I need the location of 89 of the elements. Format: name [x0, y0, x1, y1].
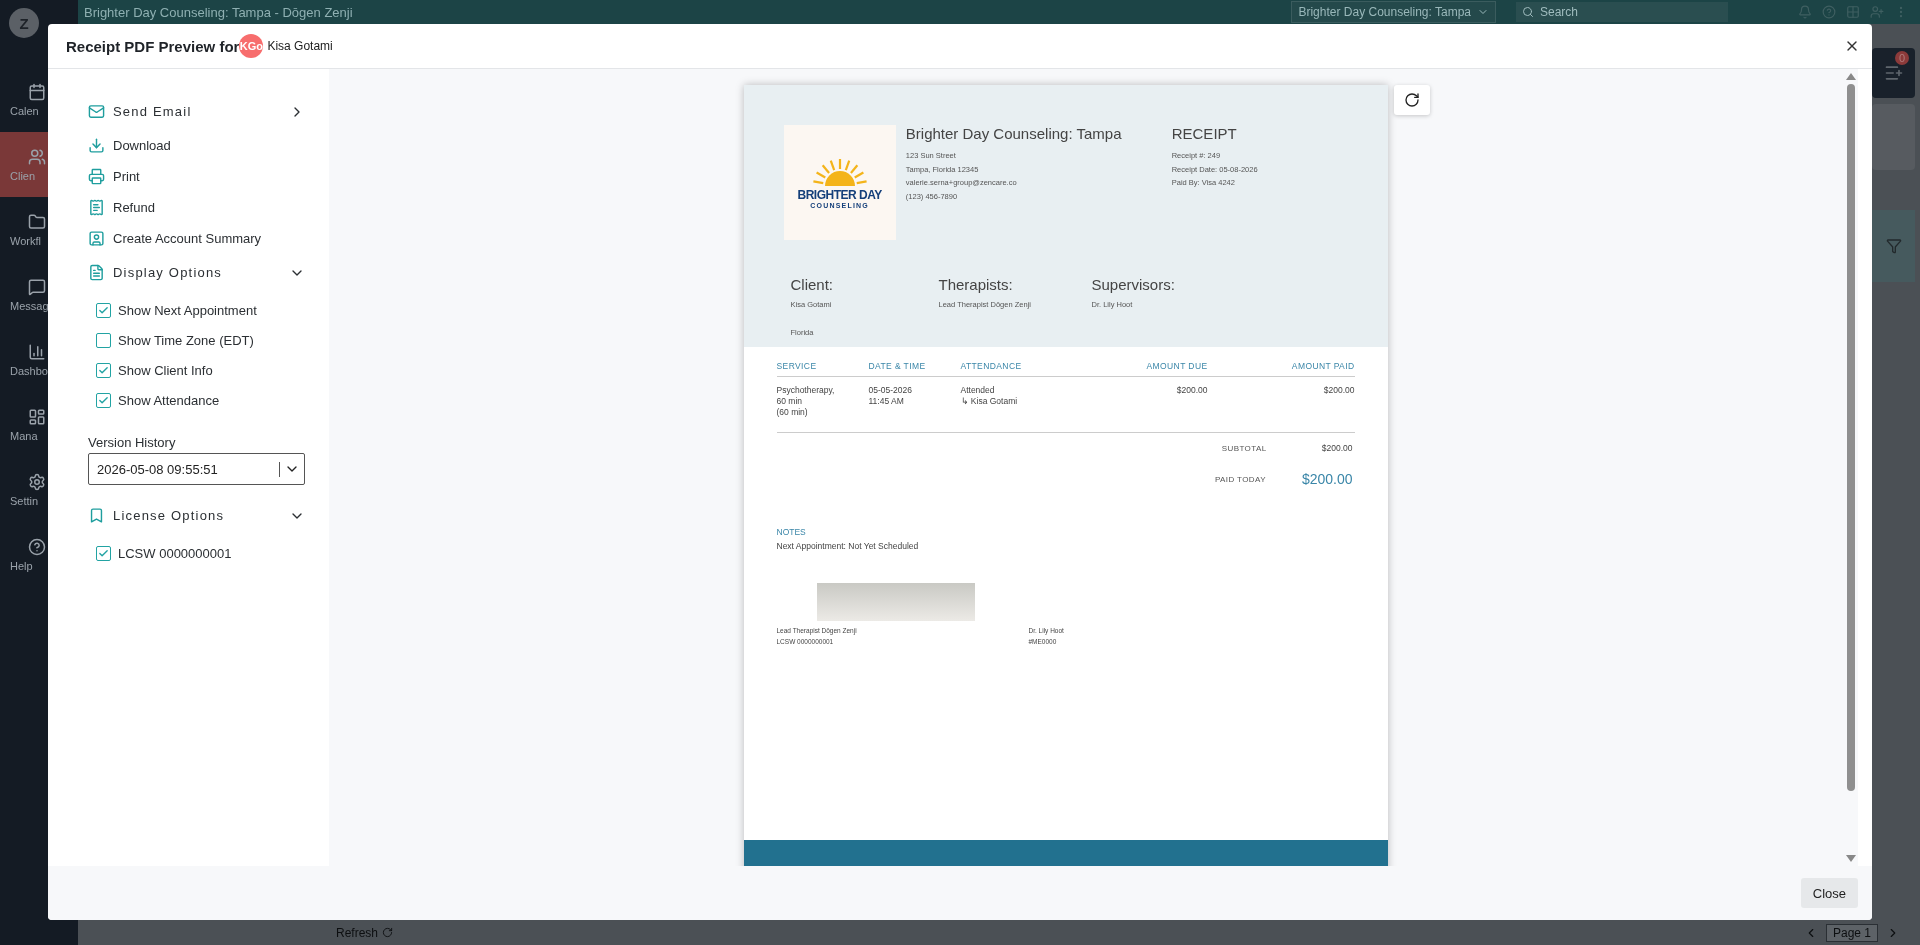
column-header: DATE & TIME — [868, 361, 961, 377]
help-icon[interactable] — [1822, 5, 1836, 19]
total-label: SUBTOTAL — [1221, 443, 1267, 453]
check-icon — [98, 304, 109, 316]
nav-item[interactable]: Messag — [0, 262, 78, 327]
nav-item[interactable]: Calen — [0, 67, 78, 132]
check-icon — [98, 394, 109, 406]
nav-icon — [28, 537, 46, 556]
dialog-title: Receipt PDF Preview for — [66, 37, 240, 55]
list-add-icon — [1883, 63, 1904, 83]
checkbox[interactable] — [96, 545, 111, 561]
table-cell: 11:45 AM — [868, 396, 904, 407]
option-label: Show Next Appointment — [118, 302, 257, 318]
checkbox[interactable] — [96, 302, 111, 318]
action-item[interactable]: Create Account Summary — [88, 223, 305, 254]
action-icon — [88, 230, 105, 247]
table-cell: Psychotherapy, — [776, 385, 835, 396]
section-toggle[interactable]: Display Options — [88, 254, 305, 291]
option-label: Show Attendance — [118, 392, 220, 408]
nav-item[interactable]: Help — [0, 522, 78, 587]
column-header: ATTENDANCE — [960, 361, 1061, 377]
nav-icon — [28, 472, 46, 491]
notes-heading: NOTES — [776, 527, 807, 537]
total-label: PAID TODAY — [1214, 474, 1266, 484]
nav-item[interactable]: Workfl — [0, 197, 78, 262]
table-cell: ↳ Kisa Gotami — [960, 396, 1018, 407]
column-header: AMOUNT PAID — [1207, 361, 1355, 377]
nav-icon — [28, 277, 46, 296]
nav-item[interactable]: Mana — [0, 392, 78, 457]
total-value: $200.00 — [1320, 443, 1353, 453]
action-icon — [88, 103, 105, 120]
column-header: SERVICE — [776, 361, 869, 377]
nav-icon — [28, 407, 46, 426]
bell-icon[interactable] — [1798, 5, 1812, 19]
nav-icon — [28, 342, 46, 361]
party-heading: Therapists: — [938, 276, 1014, 293]
checkbox[interactable] — [96, 332, 111, 348]
location-select[interactable]: Brighter Day Counseling: Tampa — [1291, 1, 1496, 23]
add-user-icon[interactable] — [1870, 5, 1884, 19]
search-icon — [1522, 6, 1534, 18]
total-value: $200.00 — [1301, 471, 1353, 487]
nav-item[interactable]: Dashbo — [0, 327, 78, 392]
action-item[interactable]: Download — [88, 130, 305, 161]
table-cell: Attended — [960, 385, 995, 396]
nav-item[interactable]: Settin — [0, 457, 78, 522]
check-icon — [98, 547, 109, 559]
reload-button[interactable] — [1393, 85, 1430, 115]
option-label: LCSW 0000000001 — [118, 545, 232, 561]
search-field[interactable]: Search — [1516, 2, 1728, 22]
action-item[interactable]: Refund — [88, 192, 305, 223]
checkbox[interactable] — [96, 362, 111, 378]
side-card — [1872, 104, 1915, 170]
table-cell: 60 min — [776, 396, 802, 407]
nav-icon — [28, 212, 46, 231]
option-label: Show Client Info — [118, 362, 213, 378]
page-title: Brighter Day Counseling: Tampa - Dōgen Zenji — [84, 4, 354, 20]
checkbox[interactable] — [96, 392, 111, 408]
practice-name: Brighter Day Counseling: Tampa — [905, 125, 1123, 142]
version-select[interactable]: 2026-05-08 09:55:51 — [88, 453, 305, 485]
table-cell: $200.00 — [1323, 385, 1355, 396]
receipt-title: RECEIPT — [1171, 125, 1238, 142]
action-icon — [88, 168, 105, 185]
menu-item[interactable]: Send Email — [88, 93, 305, 130]
nav-icon — [28, 147, 46, 166]
section-toggle[interactable]: License Options — [88, 497, 305, 534]
table-cell: (60 min) — [776, 407, 808, 418]
close-button[interactable]: Close — [1800, 878, 1858, 908]
scroll-down-icon[interactable] — [1846, 855, 1856, 862]
section-icon — [88, 507, 105, 524]
option-label: Show Time Zone (EDT) — [118, 332, 254, 348]
section-icon — [88, 264, 105, 281]
party-heading: Client: — [790, 276, 835, 293]
check-icon — [98, 364, 109, 376]
filter-icon — [1885, 238, 1902, 254]
client-name: Kisa Gotami — [267, 39, 334, 53]
column-header: AMOUNT DUE — [1060, 361, 1208, 377]
reload-icon — [1403, 92, 1420, 108]
table-cell: 05-05-2026 — [868, 385, 912, 396]
action-icon — [88, 199, 105, 216]
party-heading: Supervisors: — [1091, 276, 1176, 293]
field-label: Version History — [88, 435, 177, 450]
table-cell: $200.00 — [1176, 385, 1208, 396]
client-avatar: KGo — [239, 34, 264, 58]
notes-text: Next Appointment: Not Yet Scheduled — [776, 541, 920, 551]
scroll-up-icon[interactable] — [1846, 73, 1856, 80]
refresh-icon — [382, 927, 394, 938]
action-icon — [88, 137, 105, 154]
action-item[interactable]: Print — [88, 161, 305, 192]
nav-icon — [28, 82, 46, 101]
